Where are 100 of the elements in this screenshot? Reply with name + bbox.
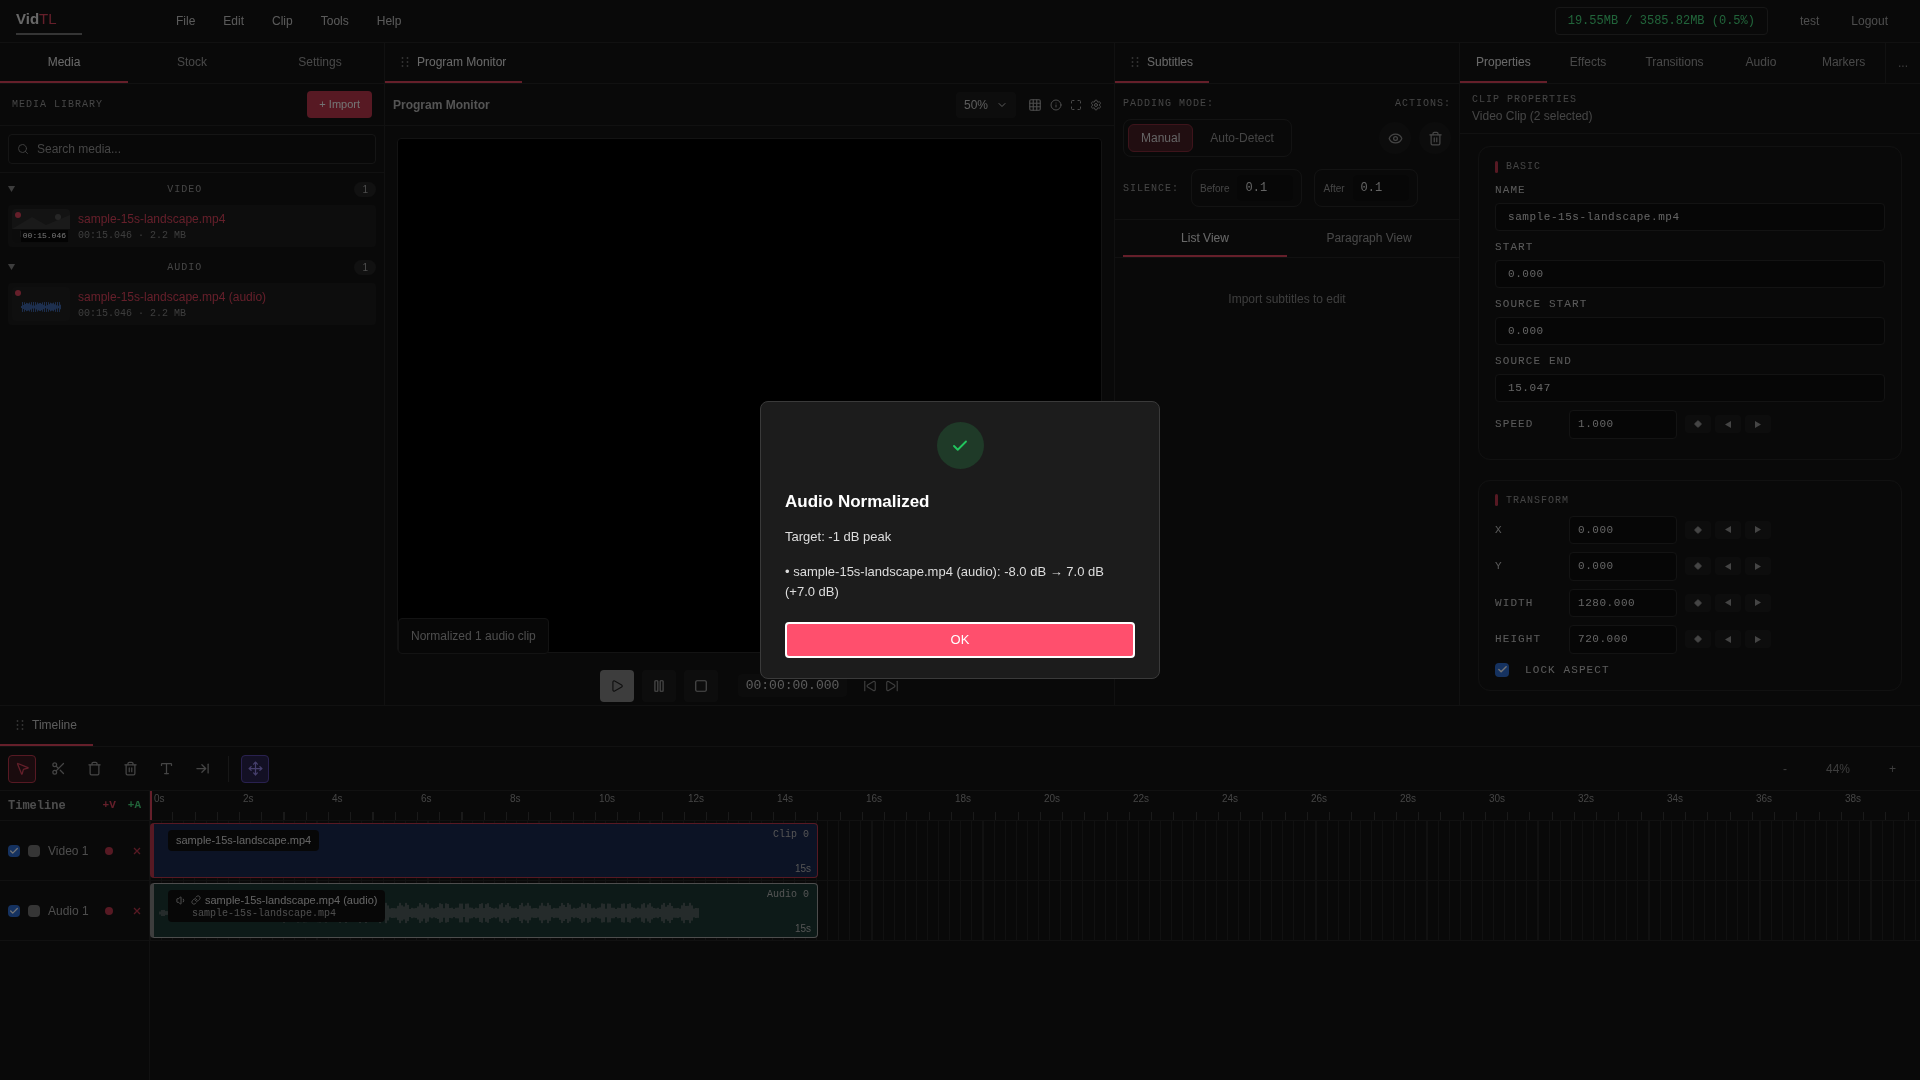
previous-keyframe-button[interactable] [1715,630,1741,649]
visibility-checkbox[interactable] [8,904,20,917]
ok-button[interactable]: OK [785,622,1135,658]
next-keyframe-button[interactable] [1745,630,1771,649]
menu-item[interactable]: Help [376,12,402,30]
record-icon[interactable] [105,906,113,915]
previous-keyframe-button[interactable] [1715,593,1741,612]
add-video-track-button[interactable]: +V [102,797,116,814]
panel-tab[interactable]: List View [1123,220,1287,257]
close-icon[interactable] [133,906,141,915]
panel-tab[interactable]: Timeline [0,706,93,746]
dialog-text: • sample-15s-landscape.mp4 (audio): -8.0 dB → 7.0 dB (+7.0 dB) [785,563,1105,601]
checkbox[interactable] [1495,662,1509,677]
menu-item[interactable]: Tools [320,12,349,30]
move-tool-button[interactable] [241,754,269,783]
settings-icon[interactable] [1090,98,1102,111]
dialog-title: Audio Normalized [785,491,931,513]
next-keyframe-button[interactable] [1745,593,1771,612]
play-button[interactable] [599,670,634,702]
zoom-out-button[interactable]: - [1775,759,1795,778]
expand-caret-icon[interactable] [8,264,15,270]
drag-handle-icon[interactable] [401,57,409,67]
keyframe-button[interactable] [1685,593,1711,612]
select-icon [14,761,30,776]
count-badge: 1 [354,259,376,275]
panel-tab[interactable]: Paragraph View [1287,220,1451,257]
text-field[interactable]: 15.047 [1495,373,1885,402]
clip-duration: 15s [794,862,811,876]
speaker-icon [176,894,187,906]
info-icon[interactable] [1050,98,1062,111]
keyframe-button[interactable] [1685,415,1711,434]
section-label: SILENCE: [1123,181,1179,196]
stop-button[interactable] [683,670,718,702]
ruler-label: 24s [1222,792,1240,806]
fullscreen-icon[interactable] [1070,98,1082,111]
next-keyframe-button[interactable] [1745,557,1771,576]
number-field[interactable]: 720.000 [1569,625,1677,654]
play-icon [609,679,624,693]
tab-label: Program Monitor [417,54,507,71]
more-tabs-button[interactable]: ... [1884,43,1920,83]
panel-tab[interactable]: Audio [1719,43,1803,83]
mode-toggle[interactable]: Manual [1128,124,1194,152]
record-icon[interactable] [105,846,113,855]
keyframe-button[interactable] [1685,520,1711,539]
panel-tab[interactable]: Stock [128,43,256,83]
keyframe-button[interactable] [1685,630,1711,649]
field-label: HEIGHT [1495,632,1543,647]
number-field[interactable]: 0.000 [1569,515,1677,544]
next-keyframe-button[interactable] [1745,520,1771,539]
text-field[interactable]: 0.000 [1495,316,1885,345]
panel-tab[interactable]: Settings [256,43,384,83]
skip-back-icon[interactable] [863,679,878,693]
panel-tab[interactable]: Program Monitor [385,43,523,83]
text-field[interactable]: sample-15s-landscape.mp4 [1495,202,1885,231]
previous-keyframe-button[interactable] [1715,415,1741,434]
pause-button[interactable] [641,670,676,702]
previous-keyframe-button[interactable] [1715,557,1741,576]
panel-tab[interactable]: Effects [1546,43,1630,83]
skip-forward-icon[interactable] [885,679,900,693]
panel-tab[interactable]: Properties [1460,43,1547,83]
status-dot-icon [15,290,21,296]
panel-tab[interactable]: Media [0,43,128,83]
zoom-in-button[interactable]: + [1881,759,1904,778]
dialog-text: Target: -1 dB peak [785,527,893,546]
right-triangle-icon [1755,526,1761,534]
diamond-icon [1694,635,1702,644]
select-tool-button[interactable] [8,754,36,783]
track-checkbox[interactable] [28,844,40,857]
panel-tab[interactable]: Markers [1802,43,1885,83]
field-label: SOURCE START [1495,297,1589,312]
logout-link[interactable]: Logout [1851,12,1888,30]
number-field[interactable]: 1.000 [1569,410,1677,439]
next-keyframe-button[interactable] [1745,415,1771,434]
previous-keyframe-button[interactable] [1715,520,1741,539]
menu-item[interactable]: Clip [272,12,293,30]
visibility-checkbox[interactable] [8,844,20,857]
ruler-label: 38s [1845,792,1863,806]
text-field[interactable]: 0.000 [1495,259,1885,288]
drag-handle-icon[interactable] [1131,57,1139,67]
number-field[interactable]: 0.000 [1569,552,1677,581]
expand-caret-icon[interactable] [8,186,15,192]
logo-text: Vid [16,10,40,27]
grid-icon[interactable] [1028,97,1042,112]
mode-toggle[interactable]: Auto-Detect [1197,124,1287,152]
keyframe-button[interactable] [1685,557,1711,576]
close-icon[interactable] [133,846,141,855]
menu-item[interactable]: Edit [223,12,245,30]
check-icon [9,845,19,856]
app-logo[interactable]: VidTL [16,7,136,35]
add-audio-track-button[interactable]: +A [127,797,141,814]
zoom-select[interactable]: 50% [955,91,1016,118]
number-field[interactable]: 1280.000 [1569,588,1677,617]
track-checkbox[interactable] [28,904,40,917]
search-field[interactable]: Search media... [8,134,376,164]
drag-handle-icon[interactable] [16,720,24,730]
panel-heading: CLIP PROPERTIES [1472,93,1578,107]
menu-item[interactable]: File [176,12,196,30]
panel-tab[interactable]: Transitions [1629,43,1720,83]
panel-tab[interactable]: Subtitles [1115,43,1210,83]
import-button[interactable]: + Import [307,91,372,118]
